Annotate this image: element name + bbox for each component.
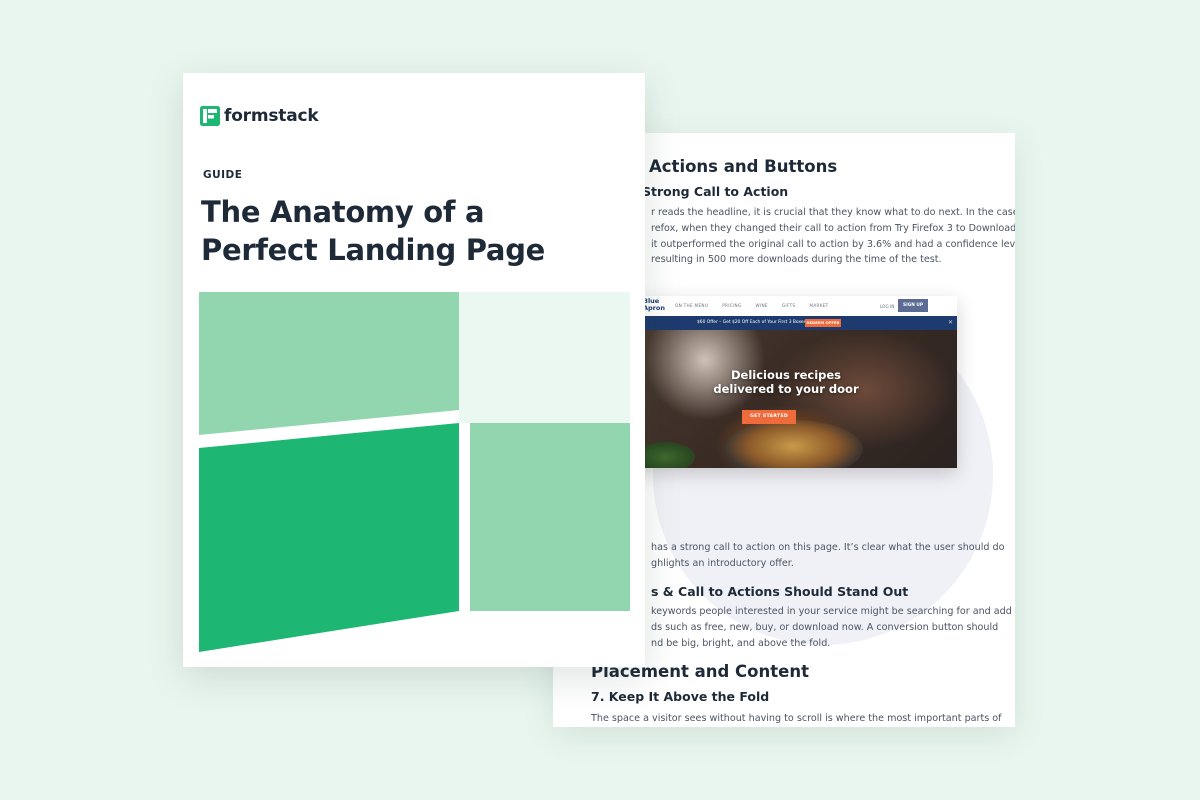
paragraph-line: r reads the headline, it is crucial that… — [651, 207, 1015, 218]
subheading-stand-out: s & Call to Actions Should Stand Out — [651, 584, 909, 599]
shape-light-top-left — [199, 292, 459, 435]
paragraph-line: nd be big, bright, and above the fold. — [651, 638, 831, 649]
screenshot-nav-items: ON THE MENU PRICING WINE GIFTS MARKET — [675, 303, 829, 308]
screenshot-hero-image: Delicious recipes delivered to your door … — [615, 330, 957, 468]
close-icon: ✕ — [948, 319, 954, 326]
screenshot-offer-banner: $60 Offer – Get $20 Off Each of Your Fir… — [615, 316, 957, 330]
food-plate — [723, 420, 863, 468]
paragraph-line: The space a visitor sees without having … — [591, 713, 1002, 724]
paragraph-line: keywords people interested in your servi… — [651, 606, 1012, 617]
paragraph-line: ghlights an introductory offer. — [651, 558, 794, 569]
shape-dark-bottom-left — [199, 423, 459, 652]
paragraph-line: resulting in 500 more downloads during t… — [651, 254, 942, 265]
landing-page-screenshot: Blue Apron ON THE MENU PRICING WINE GIFTS MAR… — [615, 296, 957, 468]
screenshot-headline: Delicious recipes delivered to your door — [713, 368, 859, 396]
cover-geometric-shapes — [199, 292, 630, 652]
paragraph-line: has a strong call to action on this page… — [651, 542, 1005, 553]
screenshot-signup-button: SIGN UP — [898, 299, 928, 312]
screenshot-login-link: LOG IN — [880, 304, 895, 309]
get-started-button: GET STARTED — [742, 410, 796, 424]
shape-light-bottom-right — [470, 423, 630, 611]
screenshot-navbar: Blue Apron ON THE MENU PRICING WINE GIFTS MAR… — [615, 296, 957, 316]
offer-text: $60 Offer – Get $20 Off Each of Your Fir… — [697, 320, 808, 325]
redeem-offer-button: REDEEM OFFER — [805, 319, 841, 327]
paragraph-line: refox, when they changed their call to a… — [651, 223, 1015, 234]
shape-pale-top — [459, 292, 630, 423]
section-heading-actions: Actions and Buttons — [649, 157, 838, 176]
paragraph-line: ds such as free, new, buy, or download n… — [651, 622, 999, 633]
subheading-call-to-action: Strong Call to Action — [642, 184, 789, 199]
paragraph-line: it outperformed the original call to act… — [651, 239, 1015, 250]
screenshot-logo: Blue Apron — [643, 297, 665, 312]
guide-cover: formstack GUIDE The Anatomy of a Perfect… — [183, 73, 645, 667]
subheading-above-fold: 7. Keep It Above the Fold — [591, 689, 770, 704]
